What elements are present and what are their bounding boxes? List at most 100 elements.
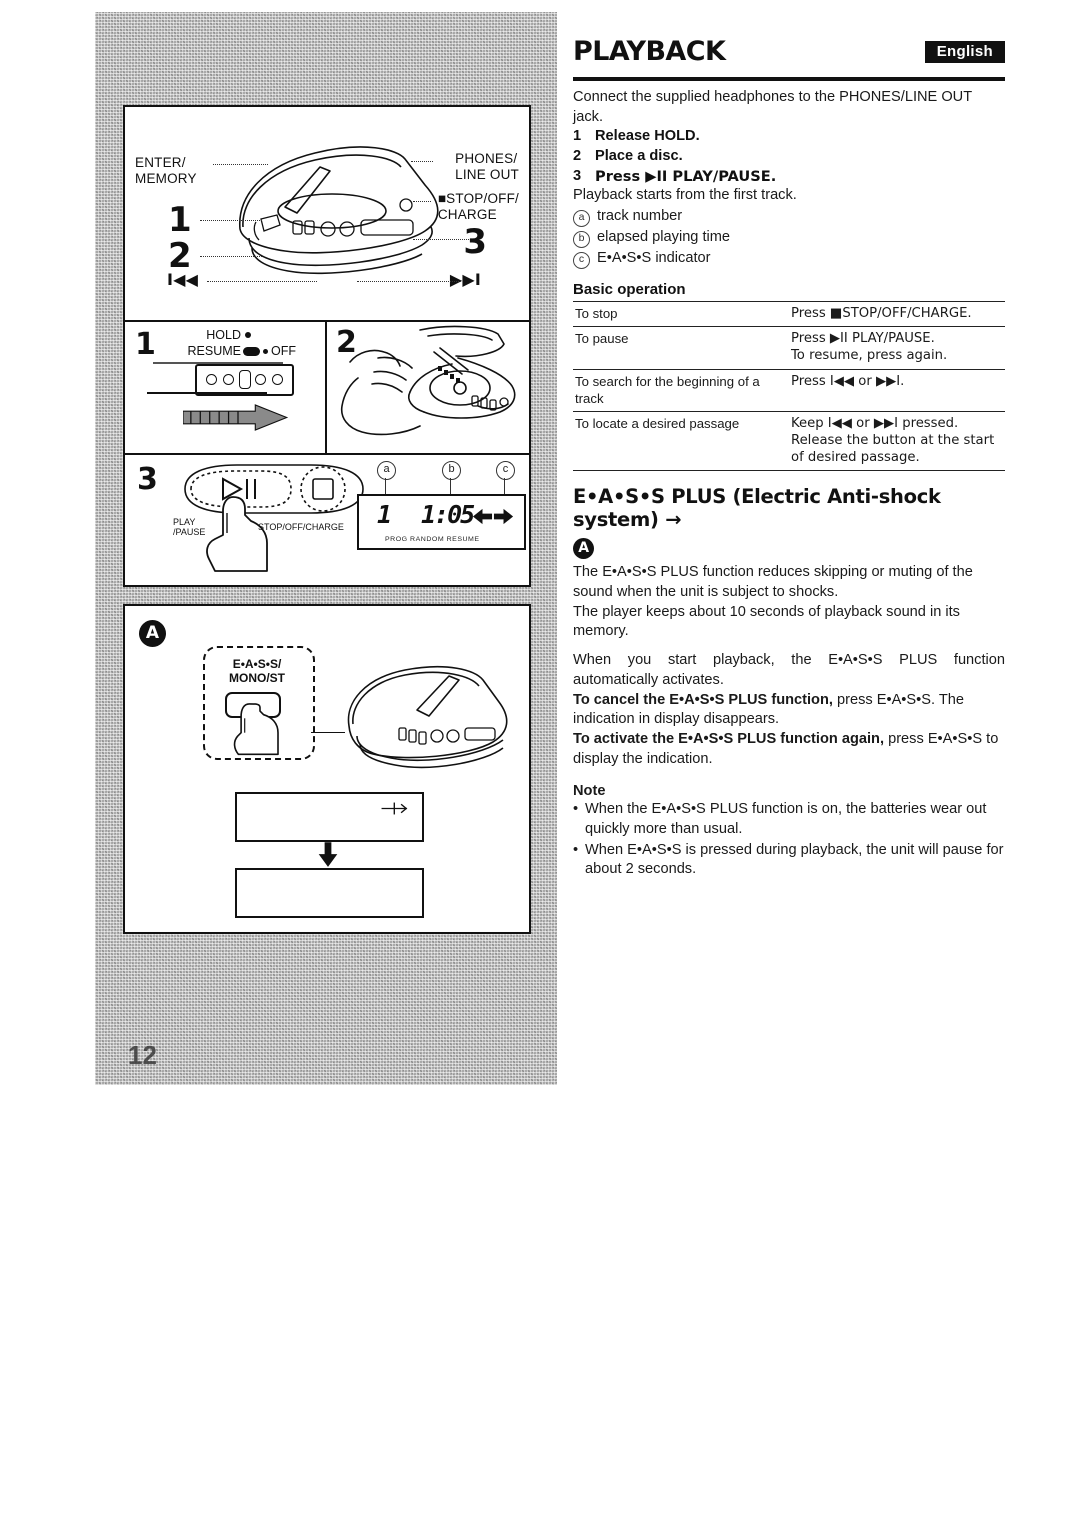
note-heading: Note [573,783,606,800]
illustration-column: ENTER/ MEMORY PHONES/ LINE OUT ■STOP/OFF… [95,12,557,1085]
lcd-display: 1 1:05 PROG RANDOM RESUME [357,494,526,550]
off-label: OFF [271,344,296,358]
page-title: PLAYBACK [573,36,726,67]
eass-mono-st-label: E•A•S•S/ MONO/ST [229,657,285,685]
cd-player-side-drawing [347,665,508,769]
legend-marker-b: b [573,229,597,249]
hold-label: HOLD [206,328,241,342]
eass-indicator-icon [472,508,514,525]
basic-operation-heading: Basic operation [573,281,686,299]
switch-dot-4 [272,374,283,385]
row-instruction-search: Press I◀◀ or ▶▶I. [789,368,1005,412]
step-item-1: 1 Release HOLD. [573,127,1005,147]
step-3-number: 3 [573,167,582,184]
basic-operation-table: To stop Press ■STOP/OFF/CHARGE. To pause… [573,301,1005,472]
table-row: To search for the beginning of a track P… [573,368,1005,412]
row-action-locate: To locate a desired passage [573,410,789,472]
eass-heading-badge: A [573,538,594,560]
leader-2 [200,256,262,257]
leader-enter-memory [213,164,268,165]
intro-after-steps: Playback starts from the first track. [573,187,797,204]
panel-divider-vertical [325,320,327,453]
leader-stop [413,201,431,202]
legend-text-a: track number [597,208,683,225]
glyph-prev-track-icon: I◀◀ [167,270,199,289]
switch-knob [239,370,251,389]
step3-number: 3 [137,462,158,497]
leader-3 [413,239,469,240]
lcd-mode-indicators: PROG RANDOM RESUME [385,536,480,543]
row-action-stop: To stop [573,301,789,327]
step2-panel: 2 [328,322,524,453]
down-arrow-icon [318,842,338,867]
eass-section-heading: E•A•S•S PLUS (Electric Anti-shock system… [573,485,1005,560]
slide-arrow-icon [183,404,289,431]
step-3-text: Press ▶II PLAY/PAUSE. [595,167,777,185]
legend-item-c: c E•A•S•S indicator [573,248,1005,270]
label-stop-off-charge: ■STOP/OFF/ CHARGE [437,191,519,222]
switch-bottom-rail [147,392,267,394]
step-2-text: Place a disc. [595,148,683,165]
page-number: 12 [128,1040,157,1070]
title-rule [573,77,1005,81]
row-instruction-locate: Keep I◀◀ or ▶▶I pressed. Release the but… [789,410,1005,472]
resume-slider-icon [243,347,260,356]
callout-number-1: 1 [168,200,192,240]
display-before-box [235,792,424,842]
step-item-2: 2 Place a disc. [573,147,1005,167]
eass-indicator-on-icon [381,802,408,815]
stop-off-charge-label: STOP/OFF/CHARGE [258,522,344,532]
note-bullet-1: • When the E•A•S•S PLUS function is on, … [573,800,1005,839]
play-pause-label: PLAY /PAUSE [173,517,206,538]
eass-cancel-bold: To cancel the E•A•S•S PLUS function, [573,691,833,708]
marker-a: a [377,461,396,480]
note-text-2: When E•A•S•S is pressed during playback,… [585,841,1004,878]
eass-activate-para: To activate the E•A•S•S PLUS function ag… [573,730,1005,769]
bullet-dot-icon: • [573,841,579,858]
legend-item-b: b elapsed playing time [573,227,1005,249]
table-row: To stop Press ■STOP/OFF/CHARGE. [573,301,1005,327]
leader-phones [411,161,433,162]
row-action-pause: To pause [573,326,789,370]
switch-dot-2 [223,374,234,385]
step3-panel: 3 PLAY /PAUSE STOP/OFF/CHARGE a b c 1 1:… [125,455,529,581]
eass-para-3: When you start playback, the E•A•S•S PLU… [573,652,1005,688]
eass-para-2: The player keeps about 10 seconds of pla… [573,603,960,640]
table-row: To locate a desired passage Keep I◀◀ or … [573,410,1005,472]
step-item-3: 3 Press ▶II PLAY/PAUSE. [573,167,1005,187]
legend-text-b: elapsed playing time [597,229,731,246]
row-instruction-stop: Press ■STOP/OFF/CHARGE. [789,301,1005,327]
figure-a-badge: A [139,620,166,647]
leader-prev [207,281,317,282]
pressing-finger-icon [233,703,279,756]
table-row: To pause Press ▶II PLAY/PAUSE. To resume… [573,326,1005,370]
eass-para-1: The E•A•S•S PLUS function reduces skippi… [573,564,973,601]
row-instruction-pause: Press ▶II PLAY/PAUSE. To resume, press a… [789,326,1005,370]
switch-dot-3 [255,374,266,385]
lcd-elapsed-time: 1:05 [421,500,475,529]
off-dot-icon [263,349,268,354]
intro-lead: Connect the supplied headphones to the P… [573,89,972,125]
note-text-1: When the E•A•S•S PLUS function is on, th… [585,801,987,837]
legend-text-c: E•A•S•S indicator [597,250,711,267]
leader-b [450,478,451,494]
callout-number-3: 3 [463,222,487,262]
device-overview-panel: ENTER/ MEMORY PHONES/ LINE OUT ■STOP/OFF… [125,107,529,320]
label-enter-memory: ENTER/ MEMORY [135,155,197,186]
callout-connector-line [311,732,345,734]
content-column: PLAYBACK English Connect the supplied he… [573,38,1005,880]
leader-c [504,478,505,494]
loading-disc-drawing [340,325,516,436]
eass-activate-bold: To activate the E•A•S•S PLUS function ag… [573,730,885,747]
step-1-number: 1 [573,128,582,145]
leader-1 [200,220,262,221]
legend-marker-c: c [573,250,597,270]
figure-box-overview: ENTER/ MEMORY PHONES/ LINE OUT ■STOP/OFF… [123,105,531,587]
row-action-search: To search for the beginning of a track [573,368,789,412]
language-badge: English [924,41,1005,63]
bullet-dot-icon: • [573,801,579,818]
leader-next [357,281,461,282]
eass-cancel-para: To cancel the E•A•S•S PLUS function, pre… [573,691,1005,730]
switch-dot-1 [206,374,217,385]
figure-box-a: A E•A•S•S/ MONO/ST [123,604,531,934]
